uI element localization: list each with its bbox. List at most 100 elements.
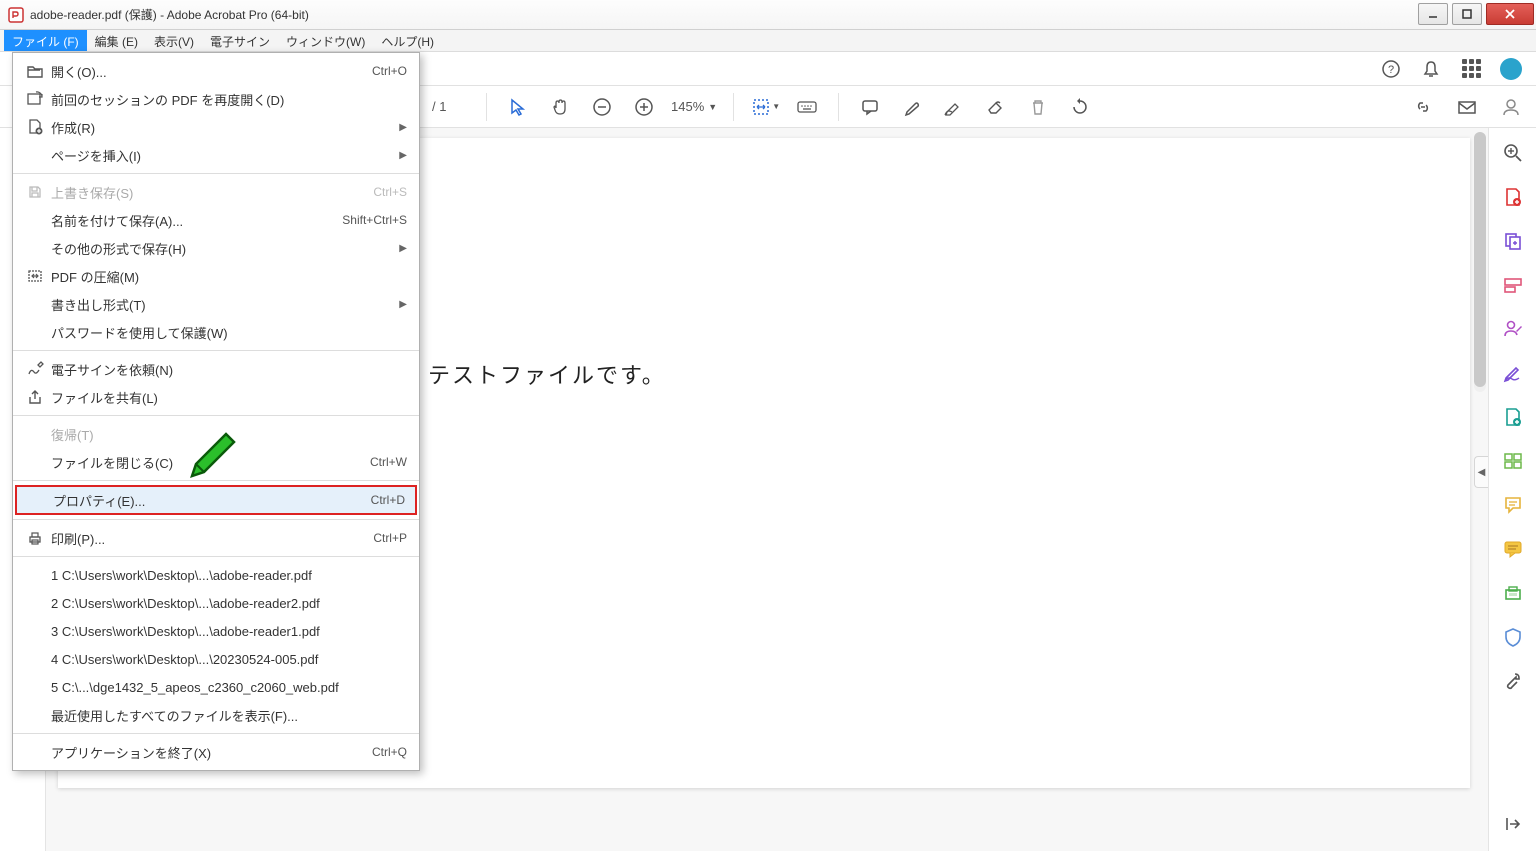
apps-icon[interactable] <box>1460 58 1482 80</box>
document-body-text: テストファイルです。 <box>428 363 666 388</box>
menu-entry[interactable]: 前回のセッションの PDF を再度開く(D) <box>13 85 419 113</box>
menubar: ファイル (F)編集 (E)表示(V)電子サインウィンドウ(W)ヘルプ(H) <box>0 30 1536 52</box>
create-icon <box>23 118 47 136</box>
menu-entry-label: 2 C:\Users\work\Desktop\...\adobe-reader… <box>47 596 407 611</box>
menu-entry-label: ページを挿入(I) <box>47 146 399 165</box>
pointer-tool-icon[interactable] <box>503 92 533 122</box>
menu-entry-label: 前回のセッションの PDF を再度開く(D) <box>47 90 407 109</box>
close-button[interactable] <box>1486 3 1534 25</box>
expand-handle[interactable]: ◀ <box>1474 456 1488 488</box>
send-comments-icon[interactable] <box>1500 492 1526 518</box>
request-signatures-icon[interactable] <box>1500 316 1526 342</box>
compress-icon <box>23 268 47 284</box>
menu-entry[interactable]: 名前を付けて保存(A)...Shift+Ctrl+S <box>13 206 419 234</box>
menu-entry-label: 印刷(P)... <box>47 529 373 548</box>
protect-icon[interactable] <box>1500 624 1526 650</box>
annotation-arrow <box>184 428 240 484</box>
more-tools-icon[interactable] <box>1500 668 1526 694</box>
menu-entry-label: 開く(O)... <box>47 62 372 81</box>
rotate-icon[interactable] <box>1065 92 1095 122</box>
window-title: adobe-reader.pdf (保護) - Adobe Acrobat Pr… <box>30 6 1416 23</box>
submenu-arrow-icon: ▶ <box>399 122 407 133</box>
trash-icon[interactable] <box>1023 92 1053 122</box>
menu-entry-label: プロパティ(E)... <box>49 491 371 510</box>
search-plus-icon[interactable] <box>1500 140 1526 166</box>
hand-tool-icon[interactable] <box>545 92 575 122</box>
menu-entry-label: アプリケーションを終了(X) <box>47 743 372 762</box>
menu-entry[interactable]: ページを挿入(I)▶ <box>13 141 419 169</box>
eraser-icon[interactable] <box>981 92 1011 122</box>
menu-entry[interactable]: 5 C:\...\dge1432_5_apeos_c2360_c2060_web… <box>13 673 419 701</box>
menu-shortcut: Ctrl+Q <box>372 745 407 759</box>
people-icon[interactable] <box>1496 92 1526 122</box>
highlight-icon[interactable] <box>897 92 927 122</box>
menu-shortcut: Ctrl+W <box>370 455 407 469</box>
menu-entry-label: 最近使用したすべてのファイルを表示(F)... <box>47 706 407 725</box>
zoom-in-icon[interactable] <box>629 92 659 122</box>
menu-entry: 上書き保存(S)Ctrl+S <box>13 178 419 206</box>
menu-entry[interactable]: 電子サインを依頼(N) <box>13 355 419 383</box>
menu-entry-label: 書き出し形式(T) <box>47 295 399 314</box>
menu-item[interactable]: 電子サイン <box>202 30 278 51</box>
profile-avatar[interactable] <box>1500 58 1522 80</box>
comment-icon[interactable] <box>855 92 885 122</box>
draw-icon[interactable] <box>939 92 969 122</box>
menu-shortcut: Shift+Ctrl+S <box>342 213 407 227</box>
menu-item[interactable]: ウィンドウ(W) <box>278 30 373 51</box>
menu-entry[interactable]: 1 C:\Users\work\Desktop\...\adobe-reader… <box>13 561 419 589</box>
minimize-button[interactable] <box>1418 3 1448 25</box>
menu-entry[interactable]: 2 C:\Users\work\Desktop\...\adobe-reader… <box>13 589 419 617</box>
maximize-button[interactable] <box>1452 3 1482 25</box>
menu-entry[interactable]: 3 C:\Users\work\Desktop\...\adobe-reader… <box>13 617 419 645</box>
organize-icon[interactable] <box>1500 448 1526 474</box>
menu-entry[interactable]: 4 C:\Users\work\Desktop\...\20230524-005… <box>13 645 419 673</box>
menu-entry-label: 作成(R) <box>47 118 399 137</box>
menu-entry[interactable]: アプリケーションを終了(X)Ctrl+Q <box>13 738 419 766</box>
link-icon[interactable] <box>1408 92 1438 122</box>
mail-icon[interactable] <box>1452 92 1482 122</box>
collapse-icon[interactable] <box>1500 811 1526 837</box>
menu-item[interactable]: ヘルプ(H) <box>373 30 442 51</box>
menu-entry[interactable]: 作成(R)▶ <box>13 113 419 141</box>
reopen-icon <box>23 91 47 107</box>
menu-item[interactable]: ファイル (F) <box>4 30 87 51</box>
menu-shortcut: Ctrl+S <box>373 185 407 199</box>
menu-entry[interactable]: その他の形式で保存(H)▶ <box>13 234 419 262</box>
zoom-out-icon[interactable] <box>587 92 617 122</box>
menu-entry[interactable]: 印刷(P)...Ctrl+P <box>13 524 419 552</box>
fill-sign-icon[interactable] <box>1500 360 1526 386</box>
menu-entry[interactable]: PDF の圧縮(M) <box>13 262 419 290</box>
fit-width-icon[interactable]: ▼ <box>750 92 780 122</box>
keyboard-icon[interactable] <box>792 92 822 122</box>
combine-icon[interactable] <box>1500 228 1526 254</box>
menu-entry[interactable]: ファイルを共有(L) <box>13 383 419 411</box>
comments-icon[interactable] <box>1500 536 1526 562</box>
scan-icon[interactable] <box>1500 580 1526 606</box>
help-icon[interactable]: ? <box>1380 58 1402 80</box>
menu-item[interactable]: 編集 (E) <box>87 30 146 51</box>
menu-entry[interactable]: 書き出し形式(T)▶ <box>13 290 419 318</box>
create-pdf-icon[interactable] <box>1500 184 1526 210</box>
zoom-dropdown[interactable]: 145%▼ <box>671 99 717 114</box>
menu-entry-label: 4 C:\Users\work\Desktop\...\20230524-005… <box>47 652 407 667</box>
toolbar-separator <box>486 93 487 121</box>
toolbar-separator <box>733 93 734 121</box>
file-menu-dropdown: 開く(O)...Ctrl+O 前回のセッションの PDF を再度開く(D) 作成(R… <box>12 52 420 771</box>
menu-entry-label: ファイルを共有(L) <box>47 388 407 407</box>
menu-entry[interactable]: 開く(O)...Ctrl+O <box>13 57 419 85</box>
bell-icon[interactable] <box>1420 58 1442 80</box>
save-icon <box>23 184 47 200</box>
menu-shortcut: Ctrl+D <box>371 493 405 507</box>
menu-entry[interactable]: パスワードを使用して保護(W) <box>13 318 419 346</box>
menu-entry-label: 上書き保存(S) <box>47 183 373 202</box>
export-pdf-icon[interactable] <box>1500 404 1526 430</box>
menu-item[interactable]: 表示(V) <box>146 30 202 51</box>
right-sidebar <box>1488 128 1536 851</box>
menu-entry[interactable]: プロパティ(E)...Ctrl+D <box>15 485 417 515</box>
folder-open-icon <box>23 63 47 79</box>
toolbar-separator <box>838 93 839 121</box>
edit-pdf-icon[interactable] <box>1500 272 1526 298</box>
scrollbar[interactable] <box>1474 132 1486 392</box>
menu-entry[interactable]: 最近使用したすべてのファイルを表示(F)... <box>13 701 419 729</box>
page-count: / 1 <box>432 99 446 114</box>
